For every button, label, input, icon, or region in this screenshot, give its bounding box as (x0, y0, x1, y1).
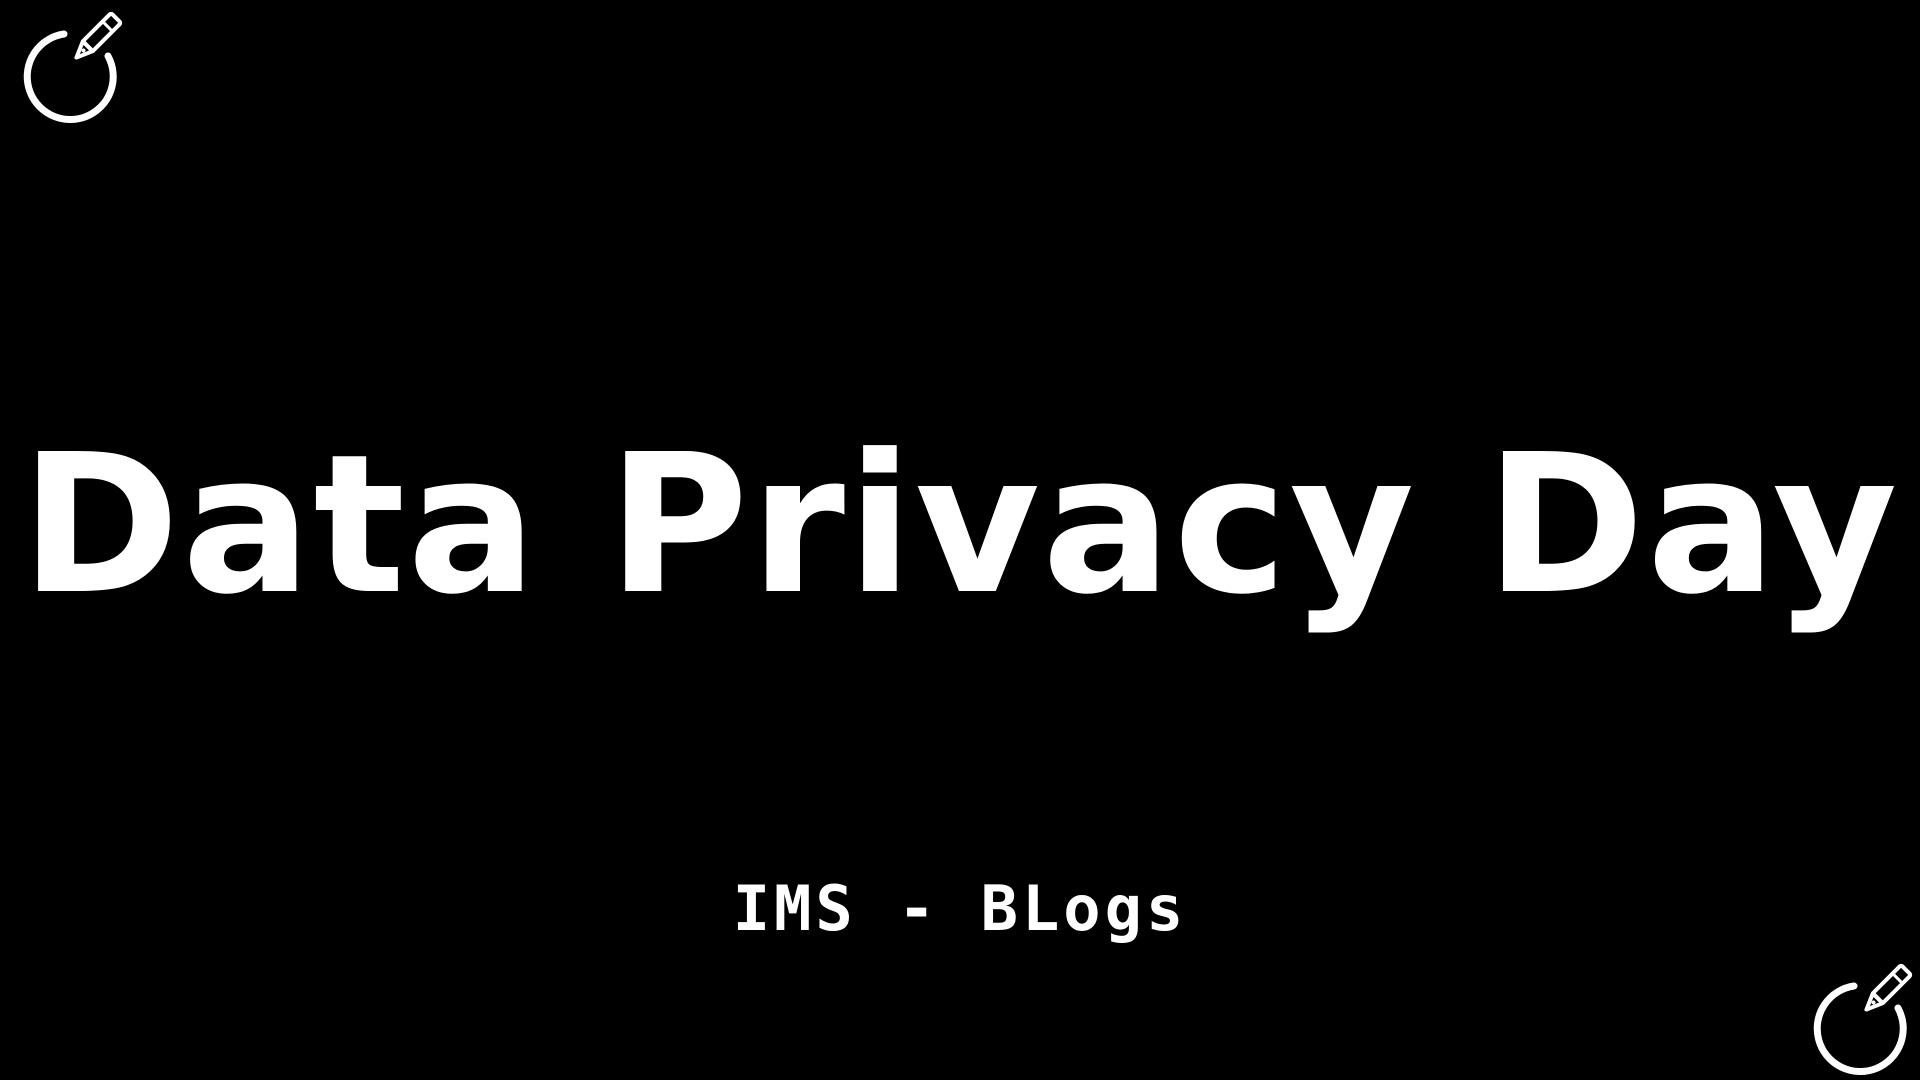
slide-title: Data Privacy Day (20, 414, 1900, 637)
pen-refresh-logo-svg-bottom (1813, 963, 1913, 1076)
pen-refresh-logo-icon (12, 4, 132, 124)
blog-brand-label: IMS - BLogs (732, 872, 1188, 945)
pen-refresh-logo-icon-bottom (1802, 956, 1920, 1076)
pen-refresh-logo-svg (23, 11, 123, 124)
